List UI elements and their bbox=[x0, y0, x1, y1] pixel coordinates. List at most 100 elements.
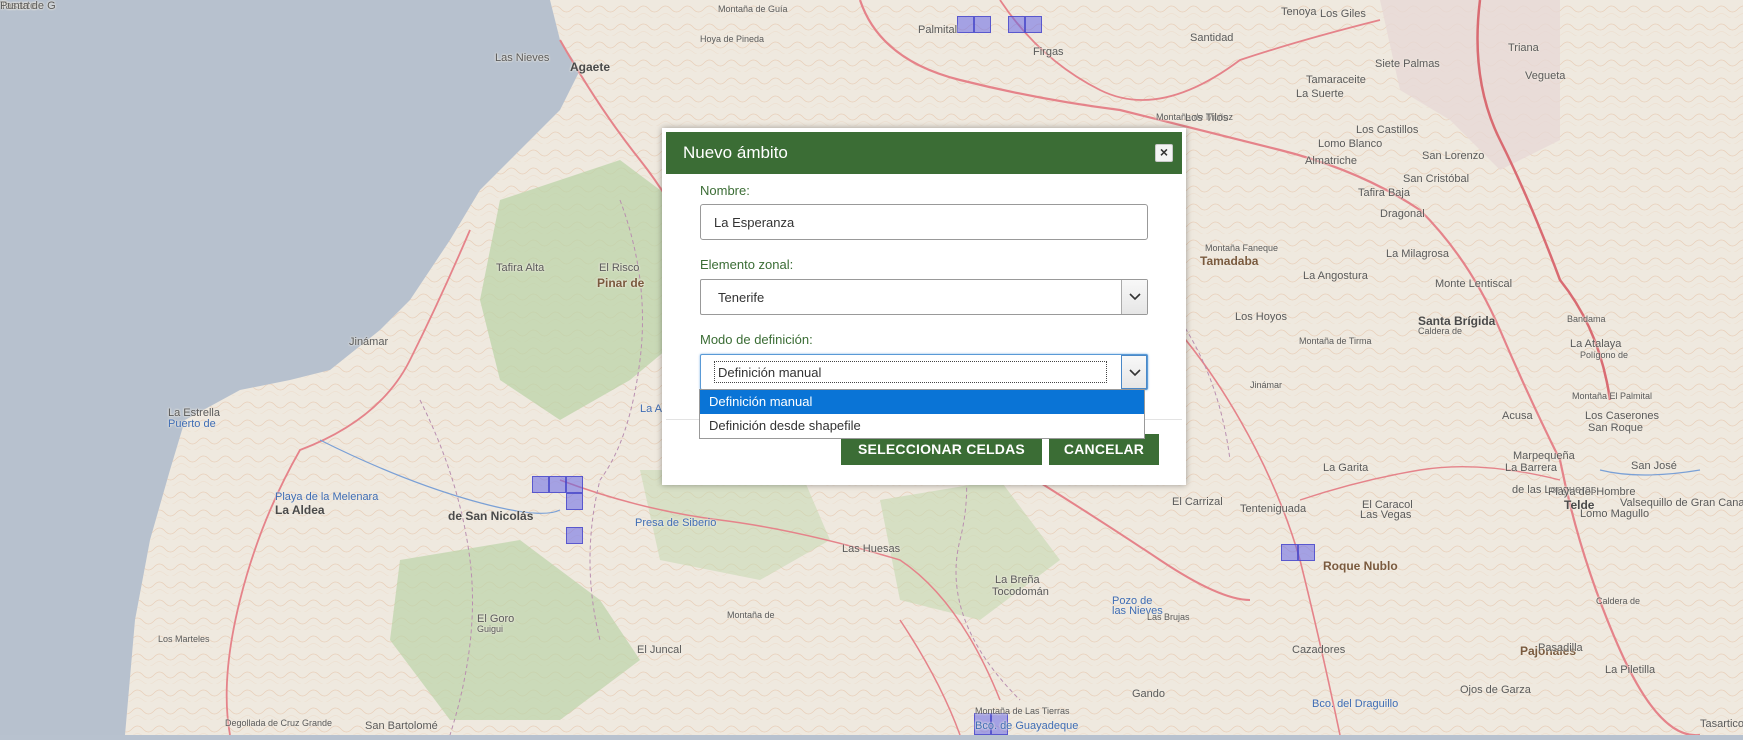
map-place-label: Los Castillos bbox=[1356, 124, 1419, 136]
option-definicion-shapefile[interactable]: Definición desde shapefile bbox=[700, 414, 1144, 438]
map-place-label: Montaña de Guía bbox=[718, 4, 788, 14]
map-cell[interactable] bbox=[1008, 16, 1025, 33]
map-place-label: Triana bbox=[1508, 42, 1539, 54]
map-place-label: Firgas bbox=[1033, 46, 1064, 58]
map-place-label: El Carrizal bbox=[1172, 496, 1223, 508]
map-place-label: San Lorenzo bbox=[1422, 150, 1485, 162]
map-cell[interactable] bbox=[566, 476, 583, 493]
map-place-label: Marpequeña bbox=[1513, 450, 1575, 462]
map-place-label: Cazadores bbox=[1292, 644, 1346, 656]
map-place-label: Gando bbox=[1132, 688, 1166, 700]
map-place-label: La Atalaya bbox=[1570, 338, 1622, 350]
map-place-label: Tenoya bbox=[1281, 6, 1317, 18]
map-place-label: Dragonal bbox=[1380, 208, 1425, 220]
map-place-label: La Barrera bbox=[1505, 462, 1557, 474]
map-place-label: San Cristóbal bbox=[1403, 173, 1470, 185]
map-cell[interactable] bbox=[532, 476, 549, 493]
map-place-label: Caldera de bbox=[1596, 596, 1641, 606]
map-place-label: Santidad bbox=[1190, 32, 1234, 44]
map-place-label: Bco. de Guayadeque bbox=[975, 720, 1079, 732]
map-place-label: La Piletilla bbox=[1605, 664, 1656, 676]
dialog-header: Nuevo ámbito × bbox=[666, 132, 1182, 174]
map-place-label: Hoya de Pineda bbox=[700, 34, 765, 44]
map-place-label: Punta de G bbox=[0, 0, 56, 12]
map-place-label: Ojos de Garza bbox=[1460, 684, 1531, 696]
map-place-label: Las Vegas bbox=[1360, 509, 1412, 521]
map-place-label: Caldera de bbox=[1418, 326, 1463, 336]
chevron-down-icon bbox=[1129, 293, 1141, 301]
map-place-label: Guigui bbox=[477, 624, 504, 634]
map-cell[interactable] bbox=[1298, 544, 1315, 561]
map-place-label: La Angostura bbox=[1303, 270, 1368, 282]
map-place-label: Montaña Faneque bbox=[1205, 243, 1279, 253]
map-place-label: Tasartico bbox=[1700, 718, 1743, 730]
modo-definicion-value: Definición manual bbox=[718, 365, 822, 380]
map-place-label: Roque Nublo bbox=[1323, 559, 1398, 573]
elemento-zonal-label: Elemento zonal: bbox=[700, 257, 794, 272]
map-place-label: Polígono de bbox=[1580, 350, 1629, 360]
close-icon[interactable]: × bbox=[1160, 144, 1168, 160]
map-place-label: Montaña El Palmital bbox=[1572, 391, 1653, 401]
modo-definicion-dropdown-button[interactable] bbox=[1121, 355, 1147, 389]
map-cell[interactable] bbox=[974, 16, 991, 33]
map-place-label: Tocodomán bbox=[992, 586, 1049, 598]
map-place-label: Tamadaba bbox=[1200, 254, 1259, 268]
map-place-label: Presa de Siberio bbox=[635, 517, 717, 529]
map-place-label: San Bartolomé bbox=[365, 720, 438, 732]
map-place-label: de San Nicolás bbox=[448, 509, 534, 523]
map-place-label: Lomo Blanco bbox=[1318, 138, 1383, 150]
map-place-label: San Roque bbox=[1588, 422, 1644, 434]
map-place-label: La Milagrosa bbox=[1386, 248, 1449, 260]
map-cell[interactable] bbox=[1025, 16, 1042, 33]
modo-definicion-label: Modo de definición: bbox=[700, 332, 813, 347]
close-button[interactable]: × bbox=[1155, 144, 1173, 162]
map-cell[interactable] bbox=[1281, 544, 1298, 561]
map-place-label: Montaña de Tirma bbox=[1299, 336, 1372, 346]
map-place-label: Vegueta bbox=[1525, 70, 1566, 82]
nombre-input[interactable] bbox=[700, 204, 1148, 240]
map-place-label: Las Brujas bbox=[1147, 612, 1190, 622]
map-place-label: Los Hoyos bbox=[1235, 311, 1287, 323]
map-place-label: Monte Lentiscal bbox=[1435, 278, 1513, 290]
map-place-label: Los Marteles bbox=[158, 634, 210, 644]
map-place-label: Pasadilla bbox=[1538, 642, 1583, 654]
map-place-label: La Garita bbox=[1323, 462, 1369, 474]
map-place-label: Jinámar bbox=[1250, 380, 1283, 390]
option-definicion-manual[interactable]: Definición manual bbox=[700, 390, 1144, 414]
map-place-label: El Risco bbox=[599, 262, 640, 274]
modo-definicion-options: Definición manual Definición desde shape… bbox=[699, 389, 1145, 439]
elemento-zonal-select[interactable]: Tenerife bbox=[700, 279, 1148, 315]
map-place-label: Acusa bbox=[1502, 410, 1533, 422]
map-place-label: La Suerte bbox=[1296, 88, 1344, 100]
nombre-label: Nombre: bbox=[700, 183, 750, 198]
dialog-title: Nuevo ámbito bbox=[683, 143, 788, 162]
map-cell[interactable] bbox=[566, 527, 583, 544]
map-place-label: Lomo Magullo bbox=[1580, 508, 1650, 520]
map-place-label: Bco. del Draguillo bbox=[1312, 698, 1399, 710]
map-place-label: Jinámar bbox=[349, 336, 389, 348]
elemento-zonal-value: Tenerife bbox=[718, 290, 765, 305]
map-place-label: Montaña de bbox=[727, 610, 775, 620]
map-place-label: Agaete bbox=[570, 60, 611, 74]
map-place-label: La Aldea bbox=[275, 503, 325, 517]
map-cell[interactable] bbox=[957, 16, 974, 33]
map-place-label: Pinar de bbox=[597, 276, 645, 290]
map-place-label: Los Caserones bbox=[1585, 410, 1659, 422]
map-place-label: San José bbox=[1631, 460, 1677, 472]
chevron-down-icon bbox=[1129, 369, 1141, 377]
map-place-label: Playa de la Melenara bbox=[275, 491, 379, 503]
map-place-label: Bandama bbox=[1567, 314, 1606, 324]
map-place-label: Los Giles bbox=[1320, 8, 1366, 20]
elemento-zonal-dropdown-button[interactable] bbox=[1121, 280, 1147, 314]
map-place-label: Montaña de Las Tierras bbox=[975, 706, 1070, 716]
map-cell[interactable] bbox=[566, 493, 583, 510]
map-place-label: Tafira Alta bbox=[496, 262, 545, 274]
map-place-label: Tamaraceite bbox=[1306, 74, 1366, 86]
map-place-label: Tafira Baja bbox=[1358, 187, 1410, 199]
map-cell[interactable] bbox=[549, 476, 566, 493]
map-place-label: Degollada de Cruz Grande bbox=[225, 718, 333, 728]
map-place-label: Las Nieves bbox=[495, 52, 550, 64]
map-place-label: Palmital bbox=[918, 24, 958, 36]
modo-definicion-select[interactable]: Definición manual bbox=[700, 354, 1148, 390]
map-place-label: Siete Palmas bbox=[1375, 58, 1440, 70]
